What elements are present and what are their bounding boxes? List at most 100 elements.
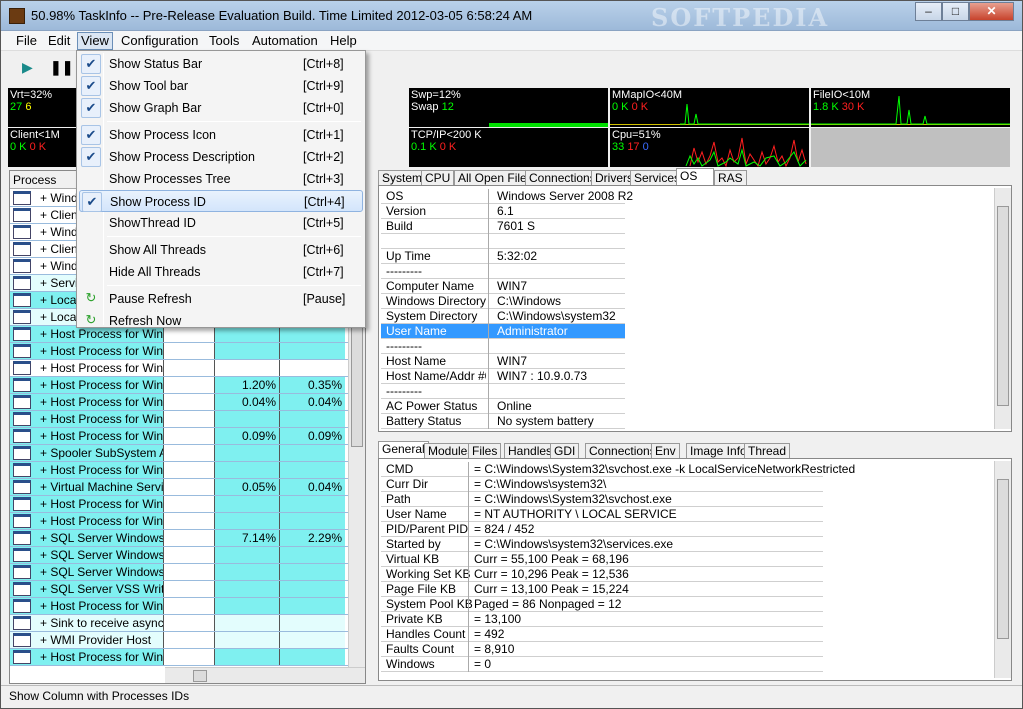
menu-view[interactable]: View xyxy=(77,32,113,50)
menu-item-refresh-now[interactable]: ↻ Refresh Now xyxy=(79,310,363,332)
process-row[interactable]: + Host Process for Windo 0.04% 0.04% xyxy=(10,394,355,411)
scroll-thumb[interactable] xyxy=(997,479,1009,639)
process-window-icon xyxy=(13,565,31,579)
checkmark-icon: ✔ xyxy=(82,192,102,212)
process-cpu-avg-cell: 0.04% xyxy=(279,394,345,410)
menu-item-show-process-description[interactable]: ✔ Show Process Description [Ctrl+2] xyxy=(79,146,363,168)
os-info-row[interactable]: --------- xyxy=(381,339,625,354)
menu-item-show-processes-tree[interactable]: Show Processes Tree [Ctrl+3] xyxy=(79,168,363,190)
process-list-hscroll[interactable] xyxy=(165,667,365,683)
process-row[interactable]: + SQL Server Windows N 7.14% 2.29% xyxy=(10,530,355,547)
menu-tools[interactable]: Tools xyxy=(206,33,242,49)
process-row[interactable]: + Host Process for Windo xyxy=(10,513,355,530)
general-panel-vscroll[interactable] xyxy=(994,461,1011,678)
menu-configuration[interactable]: Configuration xyxy=(118,33,201,49)
process-row[interactable]: + Host Process for Windo 1.20% 0.35% xyxy=(10,377,355,394)
process-row[interactable]: + Sink to receive asynchr xyxy=(10,615,355,632)
process-row[interactable]: + WMI Provider Host xyxy=(10,632,355,649)
column-divider xyxy=(468,492,469,507)
os-info-value: Administrator xyxy=(497,324,568,338)
process-name: + Host Process for Windo xyxy=(40,361,163,375)
menu-automation[interactable]: Automation xyxy=(249,33,321,49)
menu-item-show-graph-bar[interactable]: ✔ Show Graph Bar [Ctrl+0] xyxy=(79,97,363,119)
process-detail-value: Paged = 86 Nonpaged = 12 xyxy=(474,597,622,611)
menu-item-show-all-threads[interactable]: Show All Threads [Ctrl+6] xyxy=(79,239,363,261)
process-row[interactable]: + Host Process for Windo xyxy=(10,360,355,377)
menu-item-show-status-bar[interactable]: ✔ Show Status Bar [Ctrl+8] xyxy=(79,53,363,75)
os-info-row[interactable]: Windows Directory C:\Windows xyxy=(381,294,625,309)
process-detail-row[interactable]: Faults Count = 8,910 xyxy=(381,642,823,657)
column-divider xyxy=(488,234,489,249)
process-row[interactable]: + Host Process for Windo xyxy=(10,411,355,428)
os-info-row[interactable]: AC Power Status Online xyxy=(381,399,625,414)
process-row[interactable]: + Spooler SubSystem App xyxy=(10,445,355,462)
process-row[interactable]: + Host Process for Windo xyxy=(10,598,355,615)
process-row[interactable]: + Host Process for Windo 0.09% 0.09% xyxy=(10,428,355,445)
process-row[interactable]: + Host Process for Windo xyxy=(10,343,355,360)
menu-item-pause-refresh[interactable]: ↻ Pause Refresh [Pause] xyxy=(79,288,363,310)
process-row[interactable]: + Virtual Machine Service 0.05% 0.04% xyxy=(10,479,355,496)
os-info-row[interactable]: Computer Name WIN7 xyxy=(381,279,625,294)
maximize-button[interactable]: □ xyxy=(942,2,969,21)
os-info-row[interactable]: --------- xyxy=(381,384,625,399)
menu-item-show-process-icon[interactable]: ✔ Show Process Icon [Ctrl+1] xyxy=(79,124,363,146)
menu-item-show-tool-bar[interactable]: ✔ Show Tool bar [Ctrl+9] xyxy=(79,75,363,97)
menu-help[interactable]: Help xyxy=(327,33,360,49)
menu-item-showthread-id[interactable]: ShowThread ID [Ctrl+5] xyxy=(79,212,363,234)
menu-edit[interactable]: Edit xyxy=(45,33,73,49)
os-info-key: OS xyxy=(386,189,404,203)
process-column-header[interactable]: Process xyxy=(13,173,56,187)
title-bar[interactable]: 50.98% TaskInfo -- Pre-Release Evaluatio… xyxy=(1,1,1022,32)
os-info-row[interactable]: System Directory C:\Windows\system32 xyxy=(381,309,625,324)
process-detail-row[interactable]: Private KB = 13,100 xyxy=(381,612,823,627)
os-info-row[interactable]: --------- xyxy=(381,264,625,279)
menu-item-hide-all-threads[interactable]: Hide All Threads [Ctrl+7] xyxy=(79,261,363,283)
menu-file[interactable]: File xyxy=(13,33,40,49)
process-detail-value: = NT AUTHORITY \ LOCAL SERVICE xyxy=(474,507,677,521)
process-graph-cell xyxy=(163,377,214,393)
process-row[interactable]: + SQL Server VSS Writer xyxy=(10,581,355,598)
minimize-button[interactable]: – xyxy=(915,2,942,21)
process-row[interactable]: + SQL Server Windows N xyxy=(10,564,355,581)
process-detail-key: Windows xyxy=(386,657,435,671)
process-row[interactable]: + SQL Server Windows N xyxy=(10,547,355,564)
process-detail-row[interactable]: Windows = 0 xyxy=(381,657,823,672)
os-info-row[interactable]: Build 7601 S xyxy=(381,219,625,234)
process-detail-row[interactable]: Path = C:\Windows\System32\svchost.exe xyxy=(381,492,823,507)
os-info-panel: OS Windows Server 2008 R2 Version 6.1 Build 7… xyxy=(378,185,1012,432)
process-detail-key: Started by xyxy=(386,537,441,551)
close-button[interactable]: ✕ xyxy=(969,2,1014,21)
process-detail-row[interactable]: Virtual KB Curr = 55,100 Peak = 68,196 xyxy=(381,552,823,567)
process-detail-row[interactable]: System Pool KB Paged = 86 Nonpaged = 12 xyxy=(381,597,823,612)
process-row[interactable]: + Host Process for Windo xyxy=(10,496,355,513)
os-info-row[interactable]: Version 6.1 xyxy=(381,204,625,219)
process-detail-row[interactable]: Curr Dir = C:\Windows\system32\ xyxy=(381,477,823,492)
os-info-row[interactable]: Up Time 5:32:02 xyxy=(381,249,625,264)
process-row[interactable]: + Host Process for Windo xyxy=(10,649,355,666)
os-info-row[interactable]: OS Windows Server 2008 R2 xyxy=(381,189,633,204)
menu-item-show-process-id[interactable]: ✔ Show Process ID [Ctrl+4] xyxy=(79,190,363,212)
process-detail-row[interactable]: Handles Count = 492 xyxy=(381,627,823,642)
os-panel-vscroll[interactable] xyxy=(994,188,1011,429)
os-info-value: 7601 S xyxy=(497,219,536,233)
process-detail-row[interactable]: CMD = C:\Windows\System32\svchost.exe -k … xyxy=(381,462,855,477)
os-info-row[interactable]: Host Name WIN7 xyxy=(381,354,625,369)
scroll-thumb[interactable] xyxy=(997,206,1009,406)
os-info-row[interactable]: User Name Administrator xyxy=(381,324,625,339)
process-detail-row[interactable]: User Name = NT AUTHORITY \ LOCAL SERVICE xyxy=(381,507,823,522)
process-detail-row[interactable]: PID/Parent PID = 824 / 452 xyxy=(381,522,823,537)
process-graph-cell xyxy=(163,496,214,512)
pause-icon[interactable]: ❚❚ xyxy=(50,60,73,74)
play-icon[interactable]: ▶ xyxy=(22,60,36,74)
process-detail-row[interactable]: Working Set KB Curr = 10,296 Peak = 12,53… xyxy=(381,567,823,582)
process-detail-value: = C:\Windows\system32\ xyxy=(474,477,607,491)
os-info-row[interactable]: Battery Status No system battery xyxy=(381,414,625,429)
process-detail-row[interactable]: Started by = C:\Windows\system32\services… xyxy=(381,537,823,552)
os-info-row[interactable]: Host Name/Addr #0 WIN7 : 10.9.0.73 xyxy=(381,369,625,384)
scroll-thumb[interactable] xyxy=(193,670,207,682)
process-cpu-cell xyxy=(214,598,279,614)
process-row[interactable]: + Host Process for Windo xyxy=(10,462,355,479)
process-detail-row[interactable]: Page File KB Curr = 13,100 Peak = 15,224 xyxy=(381,582,823,597)
column-divider xyxy=(468,567,469,582)
os-info-row[interactable] xyxy=(381,234,625,249)
